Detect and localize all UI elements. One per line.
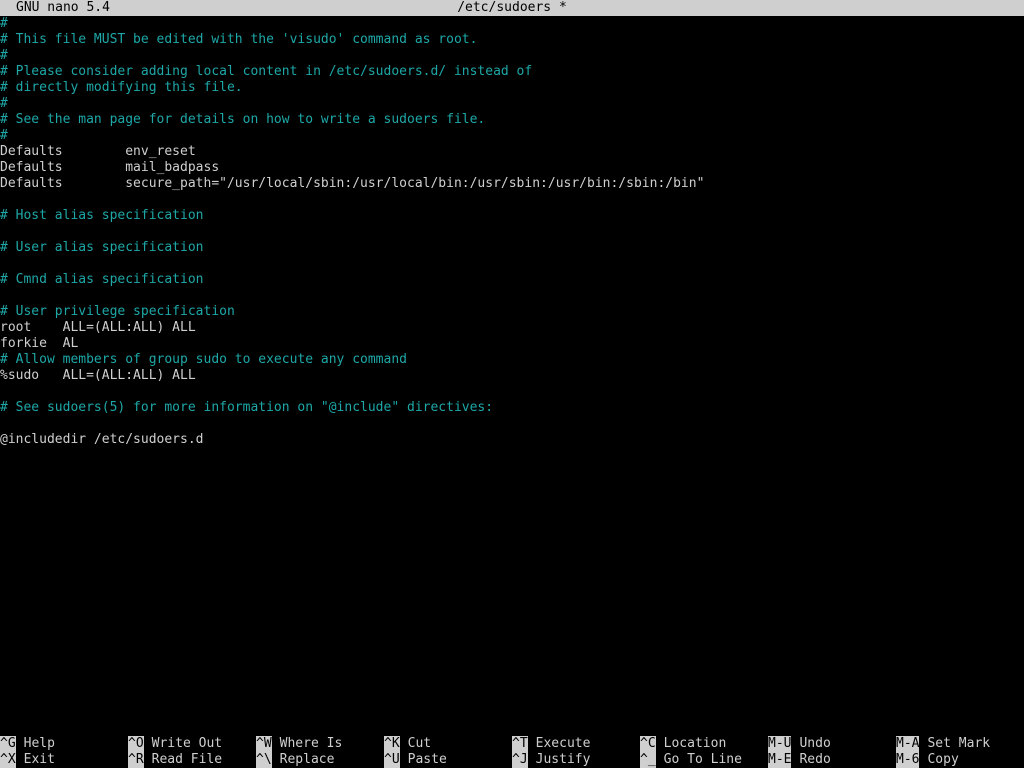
shortcut-label: Copy [927,752,959,767]
shortcut-key: ^R [128,752,144,768]
shortcut-label: Exit [23,752,55,767]
shortcut-key: ^T [512,736,528,752]
shortcut-bar: ^G Help ^O Write Out ^W Where Is ^K Cut ^T Execut… [0,736,1024,768]
shortcut-set-mark[interactable]: M-A Set Mark [896,736,990,752]
code-line[interactable]: forkie AL [0,336,1024,352]
code-line[interactable] [0,384,1024,400]
shortcut-label: Cut [407,736,432,751]
shortcut-read-file[interactable]: ^R Read File [128,752,222,768]
shortcut-paste[interactable]: ^U Paste [384,752,447,768]
comment-line[interactable]: # [0,16,1024,32]
shortcut-help[interactable]: ^G Help [0,736,55,752]
comment-line[interactable]: # Cmnd alias specification [0,272,1024,288]
shortcut-label: Write Out [151,736,223,751]
code-line[interactable]: Defaults env_reset [0,144,1024,160]
shortcut-label: Execute [535,736,591,751]
comment-line[interactable]: # Allow members of group sudo to execute… [0,352,1024,368]
comment-line[interactable]: # This file MUST be edited with the 'vis… [0,32,1024,48]
code-line[interactable] [0,224,1024,240]
shortcut-where-is[interactable]: ^W Where Is [256,736,342,752]
title-bar: /etc/sudoers * GNU nano 5.4 [0,0,1024,16]
shortcut-label: Justify [535,752,591,767]
shortcut-key: M-E [768,752,792,768]
shortcut-label: Set Mark [927,736,991,751]
shortcut-label: Redo [799,752,831,767]
code-line[interactable] [0,256,1024,272]
shortcut-key: M-6 [896,752,920,768]
shortcut-label: Help [23,736,55,751]
comment-line[interactable]: # See sudoers(5) for more information on… [0,400,1024,416]
comment-line[interactable]: # directly modifying this file. [0,80,1024,96]
shortcut-label: Read File [151,752,223,767]
comment-line[interactable]: # [0,128,1024,144]
code-line[interactable]: %sudo ALL=(ALL:ALL) ALL [0,368,1024,384]
shortcut-label: Location [663,736,727,751]
shortcut-key: ^\ [256,752,272,768]
comment-line[interactable]: # Host alias specification [0,208,1024,224]
shortcut-label: Where Is [279,736,343,751]
shortcut-key: ^W [256,736,272,752]
code-line[interactable] [0,192,1024,208]
shortcut-key: ^G [0,736,16,752]
shortcut-replace[interactable]: ^\ Replace [256,752,334,768]
app-title: GNU nano 5.4 [16,0,110,15]
shortcut-justify[interactable]: ^J Justify [512,752,590,768]
comment-line[interactable]: # User alias specification [0,240,1024,256]
comment-line[interactable]: # [0,96,1024,112]
shortcut-label: Undo [799,736,831,751]
shortcut-redo[interactable]: M-E Redo [768,752,831,768]
shortcut-label: Replace [279,752,335,767]
shortcut-key: ^U [384,752,400,768]
code-line[interactable]: Defaults secure_path="/usr/local/sbin:/u… [0,176,1024,192]
shortcut-undo[interactable]: M-U Undo [768,736,831,752]
shortcut-label: Paste [407,752,447,767]
shortcut-cut[interactable]: ^K Cut [384,736,431,752]
shortcut-exit[interactable]: ^X Exit [0,752,55,768]
shortcut-key: ^O [128,736,144,752]
shortcut-execute[interactable]: ^T Execute [512,736,590,752]
shortcut-location[interactable]: ^C Location [640,736,726,752]
code-line[interactable] [0,416,1024,432]
comment-line[interactable]: # User privilege specification [0,304,1024,320]
shortcut-key: M-A [896,736,920,752]
shortcut-key: M-U [768,736,792,752]
shortcut-copy[interactable]: M-6 Copy [896,752,959,768]
code-line[interactable] [0,288,1024,304]
file-name: /etc/sudoers * [457,0,567,15]
code-line[interactable]: Defaults mail_badpass [0,160,1024,176]
comment-line[interactable]: # See the man page for details on how to… [0,112,1024,128]
code-line[interactable]: root ALL=(ALL:ALL) ALL [0,320,1024,336]
comment-line[interactable]: # [0,48,1024,64]
shortcut-label: Go To Line [663,752,742,767]
shortcut-go-to-line[interactable]: ^_ Go To Line [640,752,742,768]
shortcut-key: ^X [0,752,16,768]
shortcut-key: ^J [512,752,528,768]
shortcut-key: ^C [640,736,656,752]
editor-area[interactable]: # # This file MUST be edited with the 'vi… [0,16,1024,736]
code-line[interactable]: @includedir /etc/sudoers.d [0,432,1024,448]
shortcut-write-out[interactable]: ^O Write Out [128,736,222,752]
shortcut-key: ^K [384,736,400,752]
shortcut-key: ^_ [640,752,656,768]
comment-line[interactable]: # Please consider adding local content i… [0,64,1024,80]
